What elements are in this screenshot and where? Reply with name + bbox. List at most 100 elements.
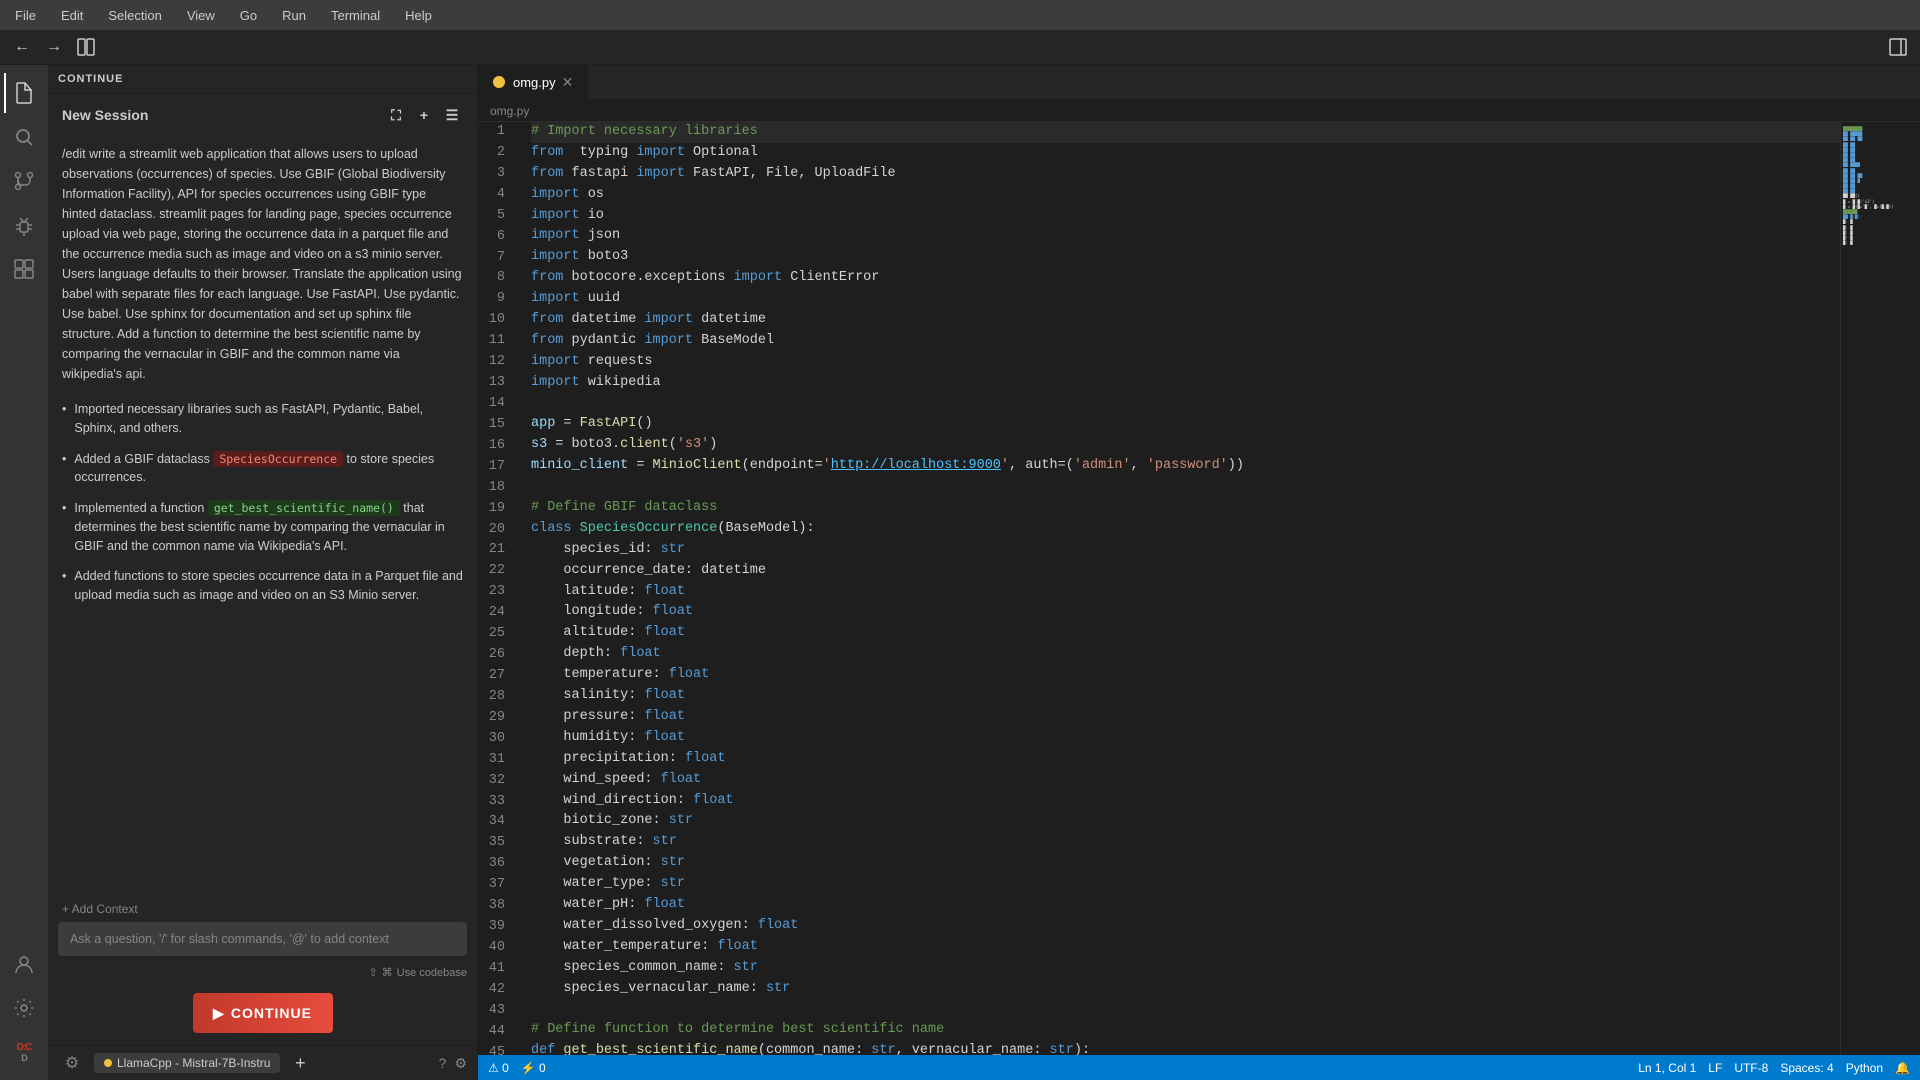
main-layout: D:C D CONTINUE New Session ⛶ + ☰ /edit w… (0, 65, 1920, 1080)
code-line-38: water_pH: float (531, 895, 1840, 916)
status-bell[interactable]: 🔔 (1895, 1061, 1910, 1075)
activity-search[interactable] (4, 117, 44, 157)
back-button[interactable]: ← (10, 35, 34, 59)
status-warnings[interactable]: ⚡ 0 (521, 1061, 546, 1075)
line-numbers: 12345 678910 1112131415 1617181920 21222… (478, 122, 523, 1055)
chat-input[interactable]: Ask a question, '/' for slash commands, … (58, 922, 467, 956)
tab-bar: omg.py ✕ (478, 65, 1920, 100)
mini-map: ████████ ██ █████ ██ ██ ██ ██ ██ ██ ██ █… (1840, 122, 1920, 1055)
code-line-29: pressure: float (531, 707, 1840, 728)
code-line-23: latitude: float (531, 582, 1840, 603)
prompt-text: /edit write a streamlit web application … (62, 144, 463, 384)
tab-close-omg[interactable]: ✕ (562, 74, 574, 91)
menu-file[interactable]: File (10, 6, 41, 25)
status-errors[interactable]: ⚠ 0 (488, 1061, 509, 1075)
left-panel-header: CONTINUE (48, 65, 477, 94)
left-panel: CONTINUE New Session ⛶ + ☰ /edit write a… (48, 65, 478, 1080)
bullet-item-3: Implemented a function get_best_scientif… (62, 499, 463, 555)
add-context-button[interactable]: + Add Context (48, 896, 477, 922)
activity-git[interactable] (4, 161, 44, 201)
code-line-17: minio_client = MinioClient(endpoint='htt… (531, 456, 1840, 477)
code-line-10: from datetime import datetime (531, 310, 1840, 331)
add-model-button[interactable]: + (288, 1051, 312, 1075)
use-codebase-row: ⇧ ⌘ Use codebase (48, 964, 477, 985)
prompt-body: /edit write a streamlit web application … (62, 147, 462, 381)
menu-run[interactable]: Run (277, 6, 311, 25)
menu-selection[interactable]: Selection (103, 6, 166, 25)
menu-terminal[interactable]: Terminal (326, 6, 385, 25)
continue-btn-label: CONTINUE (231, 1005, 312, 1021)
menu-go[interactable]: Go (235, 6, 262, 25)
mini-map-content: ████████ ██ █████ ██ ██ ██ ██ ██ ██ ██ █… (1841, 122, 1920, 249)
right-sidebar-toggle[interactable] (1886, 35, 1910, 59)
code-line-3: from fastapi import FastAPI, File, Uploa… (531, 164, 1840, 185)
bullet-item-4: Added functions to store species occurre… (62, 567, 463, 605)
status-indent[interactable]: Spaces: 4 (1780, 1061, 1833, 1075)
session-title: New Session (62, 107, 148, 123)
code-line-24: longitude: float (531, 602, 1840, 623)
code-line-19: # Define GBIF dataclass (531, 498, 1840, 519)
code-line-30: humidity: float (531, 728, 1840, 749)
settings-button[interactable]: ⚙ (454, 1055, 467, 1072)
bullet-2-text: Added a GBIF dataclass SpeciesOccurrence… (74, 450, 463, 488)
model-name: LlamaCpp - Mistral-7B-Instru (117, 1056, 270, 1070)
code-line-8: from botocore.exceptions import ClientEr… (531, 268, 1840, 289)
activity-extensions[interactable] (4, 249, 44, 289)
status-language[interactable]: Python (1846, 1061, 1883, 1075)
code-line-33: wind_direction: float (531, 791, 1840, 812)
fullscreen-icon[interactable]: ⛶ (385, 104, 407, 126)
code-line-32: wind_speed: float (531, 770, 1840, 791)
code-line-39: water_dissolved_oxygen: float (531, 916, 1840, 937)
use-codebase-icon: ⇧ (368, 966, 377, 979)
code-line-27: temperature: float (531, 665, 1840, 686)
code-line-9: import uuid (531, 289, 1840, 310)
layout-icon[interactable] (74, 35, 98, 59)
activity-account[interactable] (4, 944, 44, 984)
get-best-scientific-badge: get_best_scientific_name() (208, 500, 400, 516)
menu-edit[interactable]: Edit (56, 6, 88, 25)
activity-settings[interactable] (4, 988, 44, 1028)
status-encoding[interactable]: UTF-8 (1734, 1061, 1768, 1075)
activity-files[interactable] (4, 73, 44, 113)
use-codebase-label: Use codebase (397, 967, 467, 979)
breadcrumb-text: omg.py (490, 104, 529, 118)
bullet-item-2: Added a GBIF dataclass SpeciesOccurrence… (62, 450, 463, 488)
more-options-icon[interactable]: ☰ (441, 104, 463, 126)
activity-continue[interactable]: D:C D (4, 1032, 44, 1072)
code-line-12: import requests (531, 352, 1840, 373)
model-selector[interactable]: LlamaCpp - Mistral-7B-Instru (94, 1053, 280, 1073)
status-left: ⚠ 0 ⚡ 0 (488, 1061, 546, 1075)
add-context-label: + Add Context (62, 902, 138, 916)
code-line-2: from typing import Optional (531, 143, 1840, 164)
menu-bar: File Edit Selection View Go Run Terminal… (0, 0, 1920, 30)
code-editor[interactable]: 12345 678910 1112131415 1617181920 21222… (478, 122, 1920, 1055)
tab-omg-py[interactable]: omg.py ✕ (478, 65, 589, 99)
code-line-14 (531, 394, 1840, 415)
input-placeholder: Ask a question, '/' for slash commands, … (70, 932, 389, 946)
add-session-icon[interactable]: + (413, 104, 435, 126)
continue-button[interactable]: ▶ CONTINUE (193, 993, 333, 1033)
menu-help[interactable]: Help (400, 6, 437, 25)
bullet-item-1: Imported necessary libraries such as Fas… (62, 400, 463, 438)
code-line-31: precipitation: float (531, 749, 1840, 770)
code-line-16: s3 = boto3.client('s3') (531, 435, 1840, 456)
forward-button[interactable]: → (42, 35, 66, 59)
activity-debug[interactable] (4, 205, 44, 245)
menu-view[interactable]: View (182, 6, 220, 25)
gear-button[interactable]: ⚙ (58, 1049, 86, 1077)
bullet-list: Imported necessary libraries such as Fas… (62, 400, 463, 605)
code-line-43 (531, 999, 1840, 1020)
continue-btn-wrapper: ▶ CONTINUE (48, 985, 477, 1045)
code-line-20: class SpeciesOccurrence(BaseModel): (531, 519, 1840, 540)
status-eol[interactable]: LF (1708, 1061, 1722, 1075)
code-line-11: from pydantic import BaseModel (531, 331, 1840, 352)
code-line-18 (531, 477, 1840, 498)
title-bar: ← → (0, 30, 1920, 65)
code-line-13: import wikipedia (531, 373, 1840, 394)
code-line-7: import boto3 (531, 247, 1840, 268)
help-button[interactable]: ? (439, 1055, 447, 1071)
code-line-1: # Import necessary libraries (531, 122, 1840, 143)
continue-play-icon: ▶ (213, 1005, 225, 1022)
code-content: # Import necessary libraries from typing… (523, 122, 1840, 1055)
status-line-col[interactable]: Ln 1, Col 1 (1638, 1061, 1696, 1075)
